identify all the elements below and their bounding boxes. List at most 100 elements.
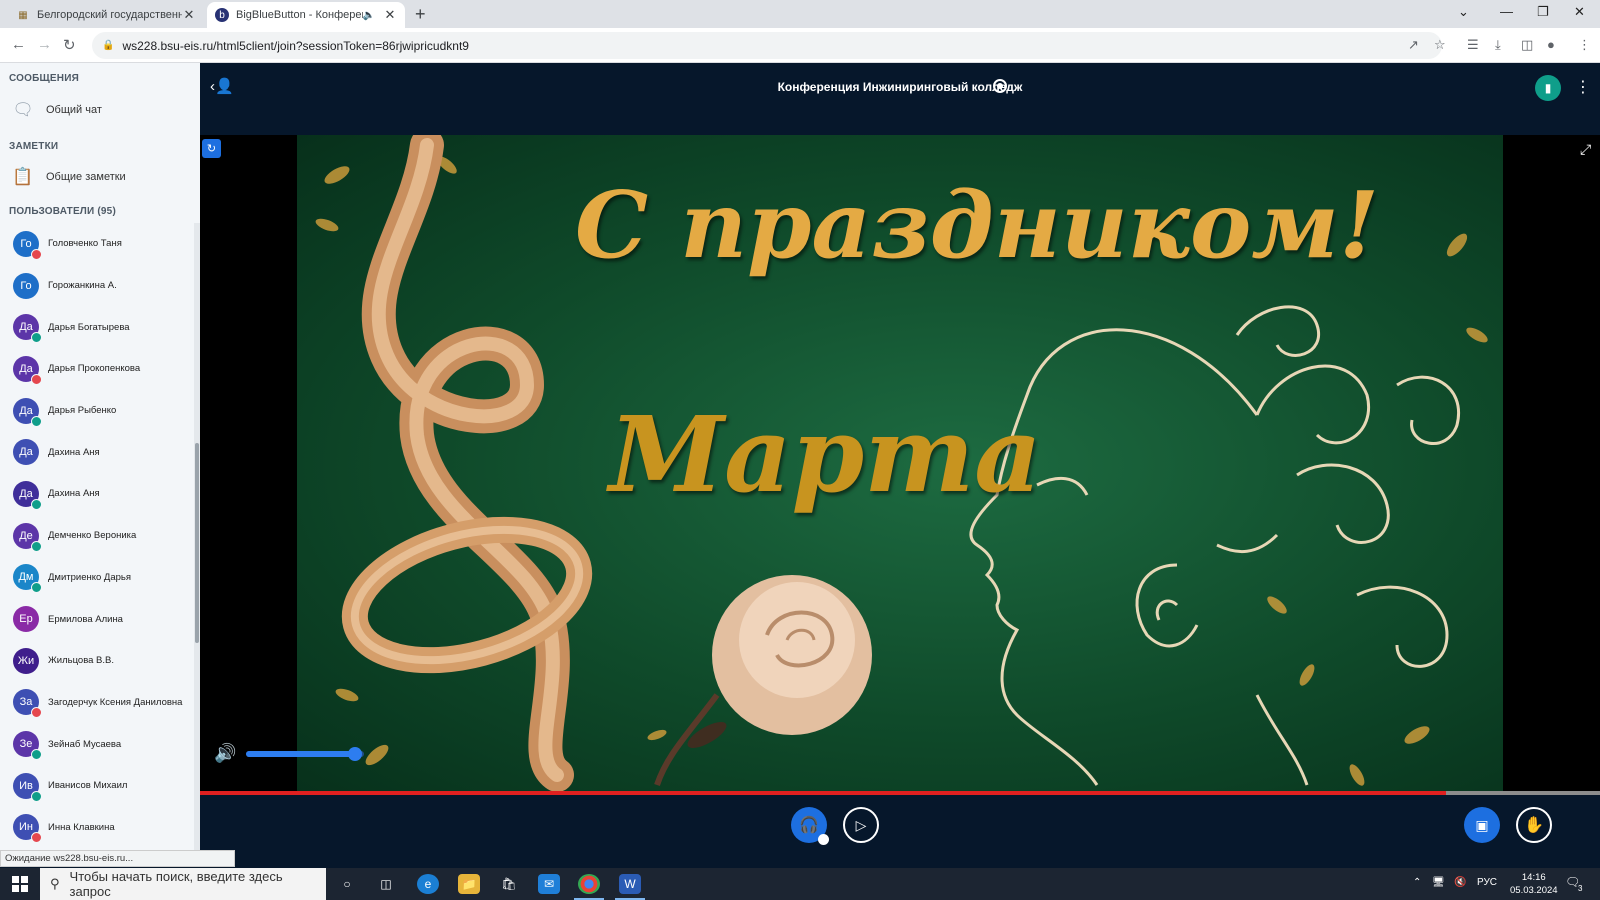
user-name: Дмитриенко Дарья	[48, 571, 132, 583]
search-placeholder: Чтобы начать поиск, введите здесь запрос	[69, 869, 283, 899]
user-list-item[interactable]: Жи Жильцова В.В.	[0, 640, 194, 682]
network-icon[interactable]: 🖥	[1432, 877, 1445, 888]
side-panel-icon[interactable]: ◫	[1521, 37, 1533, 53]
browser-toolbar: ← → ↻ 🔒 ws228.bsu-eis.ru/html5client/joi…	[0, 28, 1600, 63]
browser-status-bar: Ожидание ws228.bsu-eis.ru...	[0, 850, 235, 867]
tab-search-icon[interactable]: ⌄	[1458, 4, 1469, 20]
language-indicator[interactable]: РУС	[1477, 877, 1497, 888]
camera-off-button[interactable]: ▷	[843, 807, 879, 843]
profile-icon[interactable]: ●	[1547, 37, 1555, 52]
user-list-item[interactable]: Дм Дмитриенко Дарья	[0, 557, 194, 599]
user-name: Горожанкина А.	[48, 280, 117, 292]
mic-on-icon	[31, 498, 42, 510]
user-list-item[interactable]: Да Дарья Богатырева	[0, 306, 194, 348]
shared-notes-item[interactable]: 📋 Общие заметки	[12, 166, 125, 188]
user-list-item[interactable]: Зе Зейнаб Мусаева	[0, 723, 194, 765]
avatar: Го	[13, 272, 39, 299]
taskbar-clock[interactable]: 14:16 05.03.2024	[1510, 871, 1558, 897]
avatar: Да	[13, 439, 39, 466]
raise-hand-button[interactable]: ✋	[1516, 807, 1552, 843]
word-icon[interactable]: W	[615, 874, 645, 900]
user-list-item[interactable]: Да Дахина Аня	[0, 431, 194, 473]
user-list-item[interactable]: Де Демченко Вероника	[0, 515, 194, 557]
cortana-icon[interactable]: ○	[336, 874, 358, 894]
share-icon[interactable]: ↗	[1408, 37, 1419, 53]
audio-headset-button[interactable]: 🎧	[791, 807, 829, 845]
tab-audio-icon[interactable]: 🔈	[363, 10, 375, 21]
recording-indicator-icon[interactable]	[993, 79, 1007, 93]
tab-university[interactable]: ▦ Белгородский государственный ✕	[8, 2, 204, 28]
avatar: Зе	[13, 731, 42, 761]
volume-muted-icon[interactable]: 🔇	[1454, 877, 1466, 888]
fullscreen-icon[interactable]: ⤢	[1580, 141, 1591, 158]
user-list-item[interactable]: За Загодерчук Ксения Даниловна	[0, 682, 194, 724]
speaker-icon[interactable]: 🔊	[214, 743, 236, 764]
lock-icon: 🔒	[102, 40, 115, 51]
forward-icon[interactable]: →	[37, 36, 52, 53]
user-list-item[interactable]: Ин Инна Клавкина	[0, 807, 194, 849]
presentation-button[interactable]: ▣	[1464, 807, 1500, 843]
connection-status-icon[interactable]: ▮	[1535, 75, 1561, 101]
left-panel: СООБЩЕНИЯ 🗨 Общий чат ЗАМЕТКИ 📋 Общие за…	[0, 63, 200, 853]
download-icon[interactable]: ⤓	[1495, 37, 1501, 53]
browser-menu-icon[interactable]: ⋮	[1578, 37, 1591, 53]
mic-on-icon	[31, 332, 42, 344]
options-menu-icon[interactable]: ⋮	[1575, 77, 1591, 97]
back-icon[interactable]: ←	[11, 36, 26, 53]
external-video-player[interactable]: С праздником! Марта ↻ ⤢ 🔊	[200, 135, 1600, 795]
action-bar: 🎧 ▷ ▣ ✋	[200, 795, 1600, 853]
taskbar-search-box[interactable]: ⚲ Чтобы начать поиск, введите здесь запр…	[40, 868, 326, 900]
user-list-item[interactable]: Да Дарья Рыбенко	[0, 390, 194, 432]
tray-expand-icon[interactable]: ⌃	[1413, 877, 1421, 888]
user-list-item[interactable]: Да Дахина Аня	[0, 473, 194, 515]
user-list-item[interactable]: Ер Ермилова Алина	[0, 598, 194, 640]
user-list: Го Головченко Таня Го Горожанкина А. Да Дарья…	[0, 223, 194, 848]
chrome-icon[interactable]	[574, 874, 604, 900]
user-name: Демченко Вероника	[48, 530, 137, 542]
mail-icon[interactable]: ✉	[538, 874, 560, 894]
restore-icon[interactable]: ❐	[1537, 4, 1549, 20]
public-chat-item[interactable]: 🗨 Общий чат	[12, 99, 102, 121]
task-view-icon[interactable]: ◫	[375, 874, 397, 894]
mic-on-icon	[31, 582, 42, 594]
reload-icon[interactable]: ↻	[63, 36, 76, 54]
main-area: ‹👤 Конференция Инжиниринговый колледж ▮ …	[200, 63, 1600, 853]
notification-count: 3	[1578, 884, 1583, 893]
volume-control[interactable]: 🔊	[214, 743, 365, 764]
user-list-item[interactable]: Го Головченко Таня	[0, 223, 194, 265]
volume-slider[interactable]	[246, 746, 365, 761]
close-tab-icon[interactable]: ✕	[182, 7, 196, 23]
user-name: Дахина Аня	[48, 446, 100, 458]
slide-greeting-line-1: С праздником!	[575, 171, 1380, 279]
user-name: Инна Клавкина	[48, 821, 115, 833]
close-window-icon[interactable]: ✕	[1574, 4, 1585, 20]
close-tab-icon[interactable]: ✕	[383, 7, 397, 23]
volume-knob[interactable]	[347, 746, 362, 761]
avatar: Го	[13, 230, 42, 260]
user-list-item[interactable]: Го Горожанкина А.	[0, 265, 194, 307]
avatar: Ив	[13, 772, 42, 802]
tab-bigbluebutton[interactable]: b BigBlueButton - Конференция 🔈 ✕	[207, 2, 405, 28]
avatar: Да	[13, 355, 42, 385]
file-explorer-icon[interactable]: 📁	[458, 874, 480, 894]
muted-mic-icon	[31, 373, 42, 385]
camera-off-icon: ▷	[855, 816, 867, 833]
avatar: За	[13, 689, 42, 719]
muted-mic-icon	[31, 707, 42, 719]
bookmark-star-icon[interactable]: ☆	[1434, 37, 1446, 53]
edge-icon[interactable]: e	[417, 874, 439, 894]
address-bar[interactable]: 🔒 ws228.bsu-eis.ru/html5client/join?sess…	[92, 32, 1442, 59]
store-icon[interactable]: 🛍	[498, 874, 520, 894]
user-list-scroll-thumb[interactable]	[195, 443, 199, 643]
media-control-icon[interactable]: ☰	[1467, 37, 1479, 53]
user-list-item[interactable]: Ив Иванисов Михаил	[0, 765, 194, 807]
slide-greeting-line-2: Марта	[609, 393, 1042, 516]
minimize-icon[interactable]: —	[1500, 4, 1513, 19]
audio-settings-dot[interactable]	[818, 834, 829, 845]
new-tab-button[interactable]: +	[415, 4, 426, 25]
windows-start-icon[interactable]	[12, 876, 28, 892]
swap-layout-icon[interactable]: ↻	[202, 139, 221, 158]
headset-icon: 🎧	[799, 817, 819, 834]
meeting-top-bar: ‹👤 Конференция Инжиниринговый колледж ▮ …	[200, 63, 1600, 135]
user-list-item[interactable]: Да Дарья Прокопенкова	[0, 348, 194, 390]
